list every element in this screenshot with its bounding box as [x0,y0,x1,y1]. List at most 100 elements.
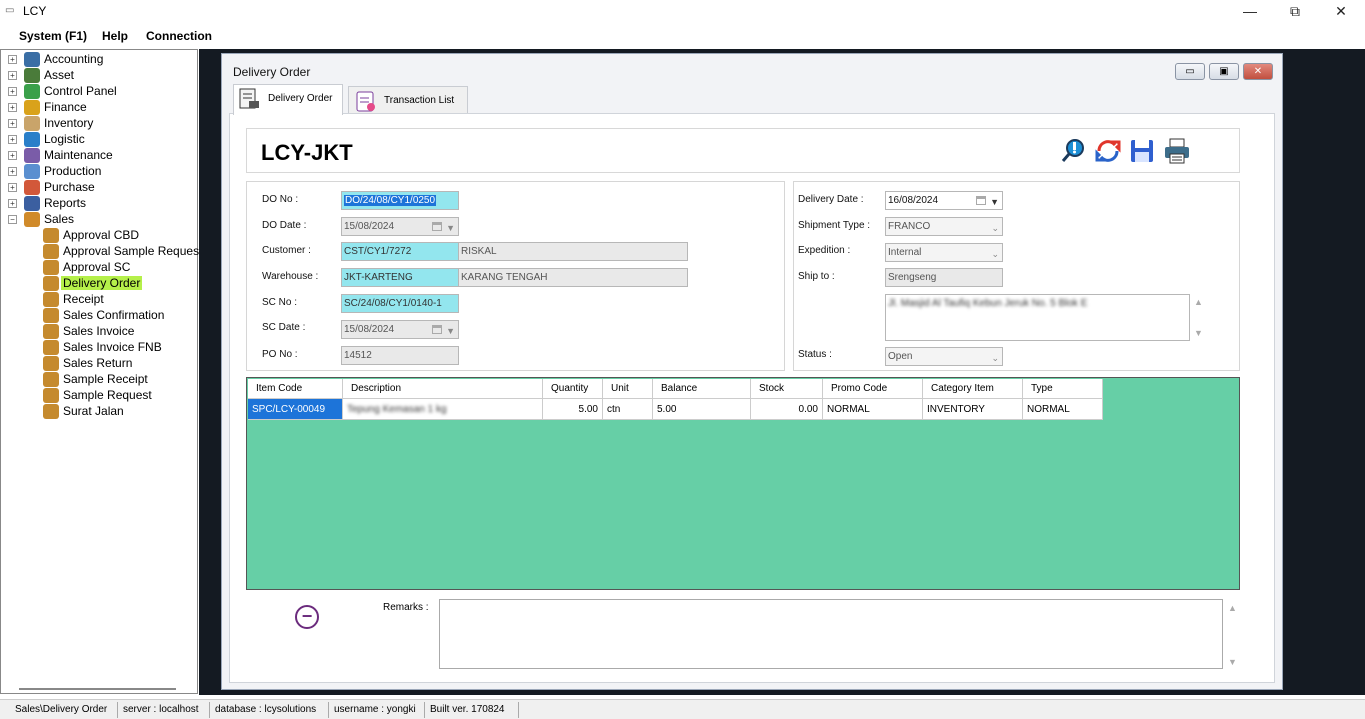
search-icon[interactable] [1060,137,1088,165]
sc-date-picker[interactable]: 15/08/2024 ▼ [341,320,459,339]
tree-item-approval-sc[interactable]: Approval SC [1,260,197,276]
expand-icon[interactable]: + [8,71,17,80]
tab-transaction-list[interactable]: Transaction List [348,86,468,113]
po-no-field[interactable]: 14512 [341,346,459,365]
tree-scrollbar[interactable] [19,688,176,690]
column-header[interactable]: Stock [751,379,823,399]
menu-connection[interactable]: Connection [146,29,212,43]
expand-icon[interactable]: + [8,151,17,160]
refresh-icon[interactable] [1094,137,1122,165]
expand-icon[interactable]: + [8,167,17,176]
warehouse-code-field[interactable]: JKT-KARTENG [341,268,459,287]
tree-node-finance[interactable]: + Finance [1,100,197,116]
menu-help[interactable]: Help [102,29,128,43]
tree-node-maintenance[interactable]: + Maintenance [1,148,197,164]
tree-item-delivery-order[interactable]: Delivery Order [1,276,197,292]
tree-node-label: Sales [44,212,75,226]
tree-node-purchase[interactable]: + Purchase [1,180,197,196]
column-header[interactable]: Quantity [543,379,603,399]
tree-node-label: Asset [44,68,75,82]
save-icon[interactable] [1128,137,1156,165]
tree-node-sales[interactable]: − Sales [1,212,197,228]
maximize-button[interactable]: ⧉ [1281,2,1309,20]
tree-node-production[interactable]: + Production [1,164,197,180]
scroll-up-icon[interactable]: ▲ [1228,603,1237,613]
item-grid[interactable]: Item Code Description Quantity Unit Balance S… [246,377,1240,590]
expand-icon[interactable]: + [8,199,17,208]
table-cell[interactable]: Tepung Kemasan 1 kg [343,399,543,420]
ship-to-field[interactable]: Srengseng [885,268,1003,287]
tree-item-sample-request[interactable]: Sample Request [1,388,197,404]
cell-value: 0.00 [798,404,818,415]
collapse-icon[interactable]: − [8,215,17,224]
ship-address-field[interactable]: Jl. Masjid Al Taufiq Kebun Jeruk No. 5 B… [885,294,1190,341]
status-item: Built ver. 170824 [430,704,505,715]
app-icon: ▭ [5,5,15,16]
expand-icon[interactable]: + [8,135,17,144]
tree-item-sales-confirmation[interactable]: Sales Confirmation [1,308,197,324]
table-cell[interactable]: NORMAL [1023,399,1103,420]
minimize-button[interactable]: — [1236,2,1264,20]
column-header[interactable]: Type [1023,379,1103,399]
expand-icon[interactable]: + [8,55,17,64]
tree-item-sales-invoice-fnb[interactable]: Sales Invoice FNB [1,340,197,356]
sales-document-icon [43,292,59,307]
delivery-info-panel: Delivery Date : 16/08/2024 ▼ Shipment Typ… [793,181,1240,371]
scroll-down-icon[interactable]: ▼ [1228,657,1237,667]
customer-code-field[interactable]: CST/CY1/7272 [341,242,459,261]
expand-icon[interactable]: + [8,103,17,112]
do-no-field[interactable]: DO/24/08/CY1/0250 [341,191,459,210]
remove-row-button[interactable]: − [295,605,319,629]
tree-node-control-panel[interactable]: + Control Panel [1,84,197,100]
tree-node-logistic[interactable]: + Logistic [1,132,197,148]
tree-item-surat-jalan[interactable]: Surat Jalan [1,404,197,420]
tree-node-accounting[interactable]: + Accounting [1,52,197,68]
expand-icon[interactable]: + [8,87,17,96]
do-date-picker[interactable]: 15/08/2024 ▼ [341,217,459,236]
table-cell[interactable]: NORMAL [823,399,923,420]
table-cell[interactable]: 5.00 [543,399,603,420]
delivery-date-picker[interactable]: 16/08/2024 ▼ [885,191,1003,210]
table-cell[interactable]: 0.00 [751,399,823,420]
table-cell[interactable]: 5.00 [653,399,751,420]
scroll-up-icon[interactable]: ▲ [1194,297,1203,307]
column-header[interactable]: Category Item [923,379,1023,399]
tree-item-receipt[interactable]: Receipt [1,292,197,308]
column-header[interactable]: Balance [653,379,751,399]
table-cell[interactable]: INVENTORY [923,399,1023,420]
child-restore-button[interactable]: ▣ [1209,63,1239,80]
tree-item-approval-cbd[interactable]: Approval CBD [1,228,197,244]
tree-item-sample-receipt[interactable]: Sample Receipt [1,372,197,388]
expand-icon[interactable]: + [8,183,17,192]
status-select[interactable]: Open ⌄ [885,347,1003,366]
menu-system[interactable]: System (F1) [19,29,87,43]
status-divider [518,702,519,718]
tree-node-reports[interactable]: + Reports [1,196,197,212]
expedition-select[interactable]: Internal ⌄ [885,243,1003,262]
print-icon[interactable] [1163,137,1191,165]
shipment-type-select[interactable]: FRANCO ⌄ [885,217,1003,236]
tab-delivery-order[interactable]: Delivery Order [233,84,343,115]
cell-value: ctn [607,404,621,415]
remarks-textarea[interactable] [439,599,1223,669]
sc-no-field[interactable]: SC/24/08/CY1/0140-1 [341,294,459,313]
child-close-button[interactable]: ✕ [1243,63,1273,80]
column-header[interactable]: Item Code [248,379,343,399]
expand-icon[interactable]: + [8,119,17,128]
column-header[interactable]: Promo Code [823,379,923,399]
tree-item-sales-return[interactable]: Sales Return [1,356,197,372]
column-header[interactable]: Description [343,379,543,399]
child-minimize-button[interactable]: ▭ [1175,63,1205,80]
tree-item-approval-sample-reques[interactable]: Approval Sample Reques [1,244,199,260]
column-header[interactable]: Unit [603,379,653,399]
tree-node-asset[interactable]: + Asset [1,68,197,84]
table-cell[interactable]: ctn [603,399,653,420]
tree-item-sales-invoice[interactable]: Sales Invoice [1,324,197,340]
close-button[interactable]: ✕ [1327,2,1355,20]
menu-bar: System (F1) Help Connection [0,26,1365,48]
tree-item-label: Sales Return [63,356,133,370]
tree-item-label: Approval SC [63,260,131,274]
scroll-down-icon[interactable]: ▼ [1194,328,1203,338]
tree-node-inventory[interactable]: + Inventory [1,116,197,132]
table-cell[interactable]: SPC/LCY-00049 [248,399,343,420]
